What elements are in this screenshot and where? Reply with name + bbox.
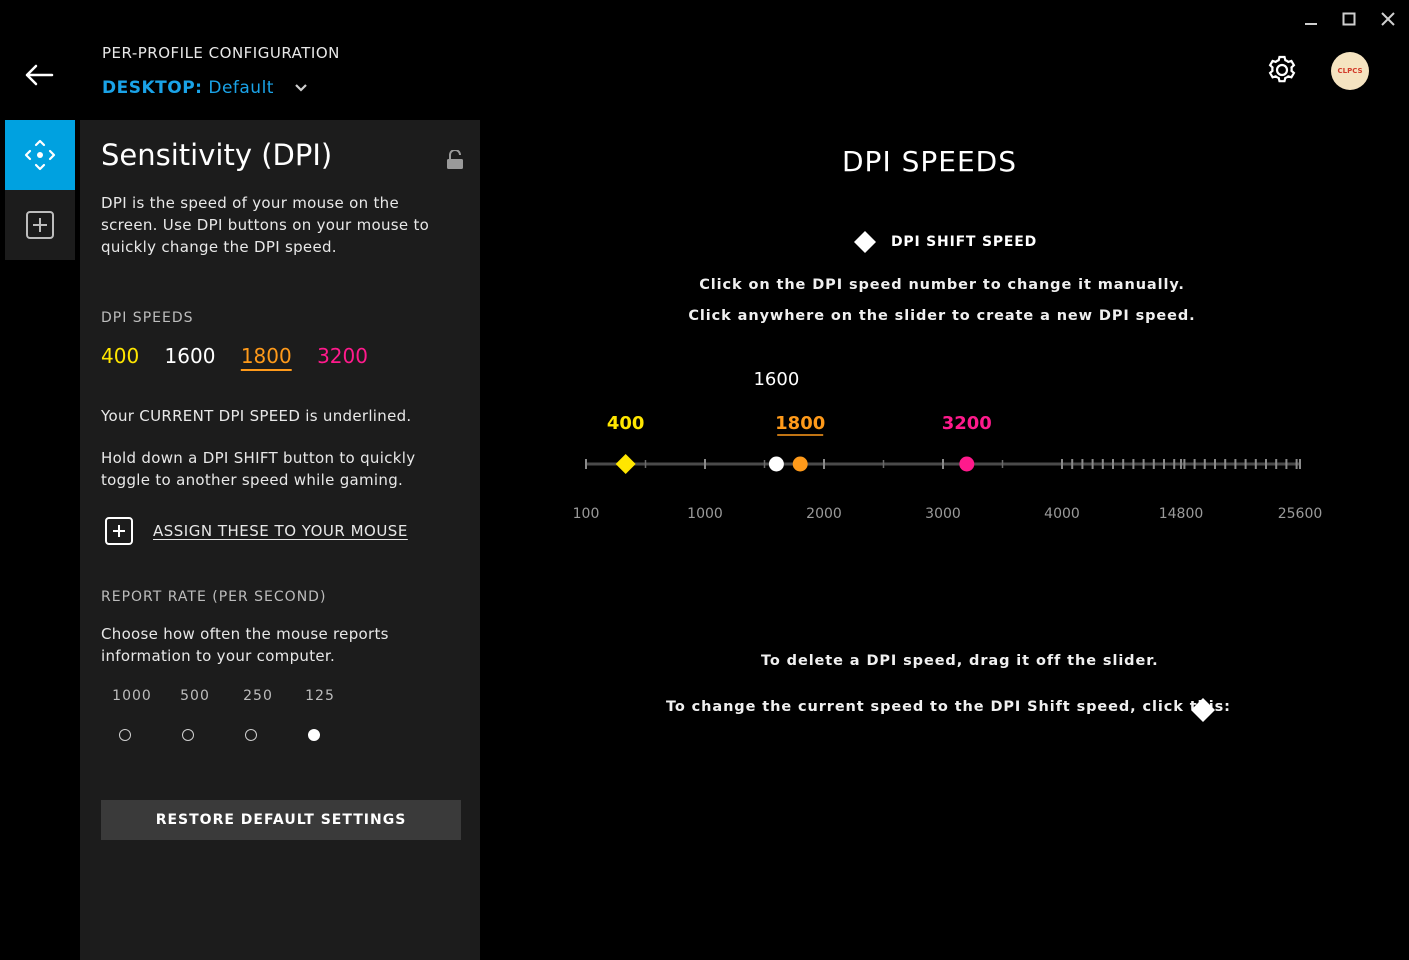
dpi-marker-label-3200[interactable]: 3200 bbox=[942, 413, 992, 434]
unlock-icon bbox=[447, 149, 463, 169]
close-icon bbox=[1381, 12, 1395, 26]
close-button[interactable] bbox=[1375, 8, 1401, 34]
dpi-marker-label-1800[interactable]: 1800 bbox=[775, 413, 825, 434]
dpi-shift-legend: DPI SHIFT SPEED bbox=[853, 230, 1037, 254]
dpi-speeds-label: DPI SPEEDS bbox=[101, 310, 194, 326]
slider-tick-label: 100 bbox=[573, 506, 600, 522]
dpi-speed-3200[interactable]: 3200 bbox=[317, 344, 368, 368]
report-rate-500-radio[interactable] bbox=[182, 729, 194, 741]
panel-title: Sensitivity (DPI) bbox=[101, 138, 333, 172]
add-square-icon bbox=[105, 517, 133, 545]
slider-tick-label: 14800 bbox=[1159, 506, 1204, 522]
panel-description: DPI is the speed of your mouse on the sc… bbox=[101, 194, 430, 256]
dpi-shift-legend-label: DPI SHIFT SPEED bbox=[891, 234, 1038, 250]
dpi-marker-handle-1600[interactable] bbox=[768, 456, 784, 472]
profile-name: Default bbox=[208, 78, 274, 98]
shift-note: Hold down a DPI SHIFT button to quickly … bbox=[101, 449, 416, 489]
minimize-icon bbox=[1305, 23, 1317, 25]
dpi-marker-label-1600[interactable]: 1600 bbox=[753, 369, 799, 390]
back-arrow-icon bbox=[25, 64, 54, 86]
report-rate-250-label: 250 bbox=[243, 688, 273, 704]
delete-hint: To delete a DPI speed, drag it off the s… bbox=[761, 653, 1159, 669]
shift-hint: To change the current speed to the DPI S… bbox=[666, 699, 1231, 715]
dpi-marker-handle-400[interactable] bbox=[615, 454, 636, 474]
feature-tabstrip bbox=[5, 120, 75, 260]
tab-pointer-settings[interactable] bbox=[5, 120, 75, 190]
dpi-marker-handle-3200[interactable] bbox=[959, 456, 975, 472]
dpi-marker-label-400[interactable]: 400 bbox=[607, 413, 645, 434]
add-square-icon bbox=[26, 211, 54, 239]
dpi-marker-handle-1800[interactable] bbox=[792, 456, 808, 472]
report-rate-description: Choose how often the mouse reports infor… bbox=[101, 625, 389, 665]
report-rate-label: REPORT RATE (PER SECOND) bbox=[101, 589, 327, 605]
lock-toggle[interactable] bbox=[446, 149, 464, 174]
avatar[interactable]: CLPCS bbox=[1331, 52, 1369, 90]
restore-defaults-button[interactable]: RESTORE DEFAULT SETTINGS bbox=[101, 800, 461, 840]
back-button[interactable] bbox=[22, 58, 56, 92]
report-rate-1000-label: 1000 bbox=[112, 688, 152, 704]
profile-selector[interactable]: DESKTOP: Default bbox=[102, 78, 308, 98]
slider-tick-label: 25600 bbox=[1278, 506, 1323, 522]
slider-tick-label: 2000 bbox=[806, 506, 842, 522]
report-rate-125-radio[interactable] bbox=[308, 729, 320, 741]
set-shift-speed-button[interactable] bbox=[1190, 697, 1216, 727]
config-label: PER-PROFILE CONFIGURATION bbox=[102, 44, 340, 62]
profile-prefix: DESKTOP: bbox=[102, 78, 203, 98]
instruction-manual: Click on the DPI speed number to change … bbox=[699, 277, 1185, 293]
report-rate-1000-radio[interactable] bbox=[119, 729, 131, 741]
report-rate-125-label: 125 bbox=[305, 688, 335, 704]
diamond-icon bbox=[854, 231, 876, 253]
tab-add-feature[interactable] bbox=[5, 190, 75, 260]
instruction-slider: Click anywhere on the slider to create a… bbox=[688, 308, 1196, 324]
current-speed-note: Your CURRENT DPI SPEED is underlined. bbox=[101, 407, 412, 425]
slider-tick-label: 1000 bbox=[687, 506, 723, 522]
dpi-speed-1800-current[interactable]: 1800 bbox=[241, 344, 292, 368]
slider-tick-label: 4000 bbox=[1044, 506, 1080, 522]
maximize-button[interactable] bbox=[1336, 8, 1362, 34]
maximize-icon bbox=[1342, 12, 1356, 26]
sensitivity-panel: Sensitivity (DPI) DPI is the speed of yo… bbox=[80, 120, 480, 960]
main-title: DPI SPEEDS bbox=[842, 145, 1017, 178]
assign-to-mouse-link[interactable]: ASSIGN THESE TO YOUR MOUSE bbox=[104, 516, 408, 546]
dpi-speed-list: 400 1600 1800 3200 bbox=[101, 344, 387, 368]
dpi-speed-400[interactable]: 400 bbox=[101, 344, 139, 368]
move-arrows-icon bbox=[24, 139, 56, 171]
report-rate-250-radio[interactable] bbox=[245, 729, 257, 741]
report-rate-500-label: 500 bbox=[180, 688, 210, 704]
slider-tick-label: 3000 bbox=[925, 506, 961, 522]
gear-icon bbox=[1268, 55, 1296, 83]
assign-label: ASSIGN THESE TO YOUR MOUSE bbox=[153, 522, 408, 540]
chevron-down-icon bbox=[294, 78, 308, 98]
dpi-slider[interactable]: 100 1000 2000 3000 4000 14800 25600 400 1600 1800… bbox=[560, 360, 1340, 540]
diamond-icon bbox=[1191, 698, 1215, 722]
minimize-button[interactable] bbox=[1298, 8, 1324, 34]
settings-button[interactable] bbox=[1264, 52, 1300, 88]
dpi-speed-1600[interactable]: 1600 bbox=[165, 344, 216, 368]
